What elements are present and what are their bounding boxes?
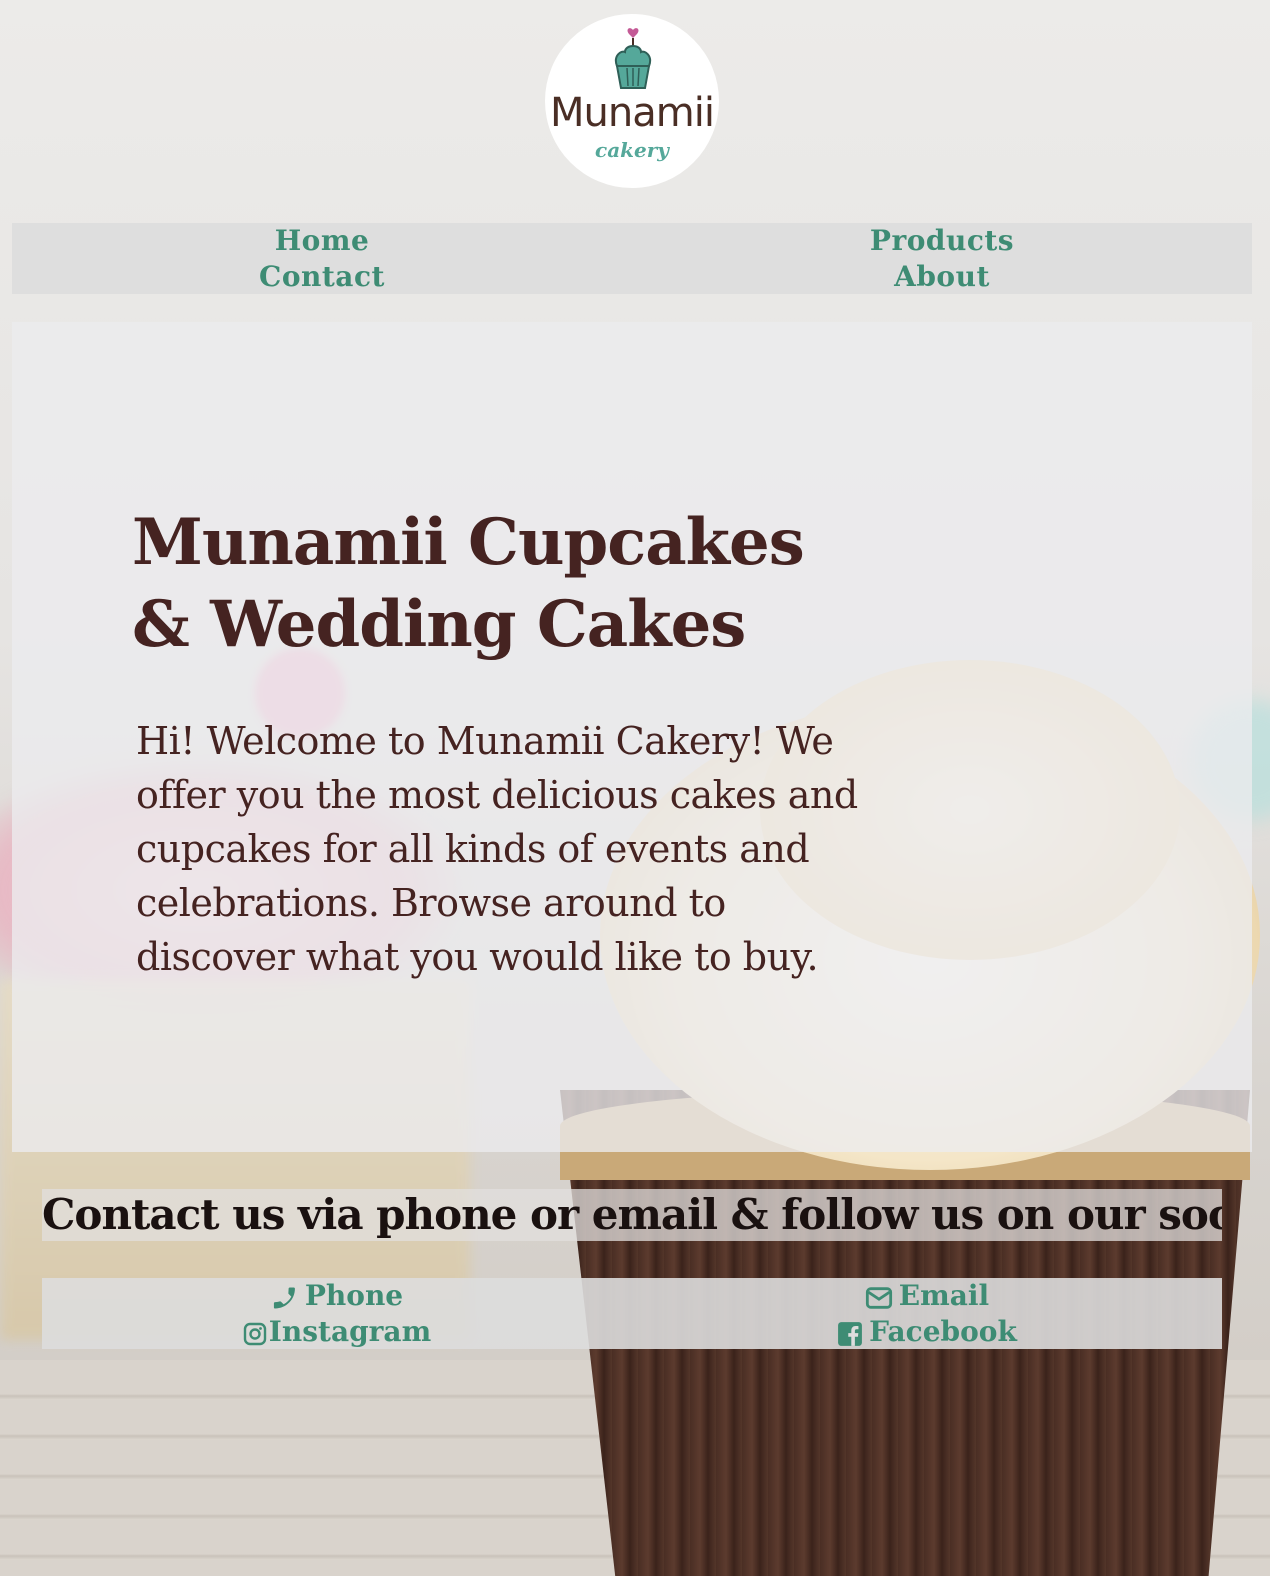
instagram-link[interactable]: Instagram — [42, 1314, 632, 1350]
logo-subtitle: cakery — [595, 138, 669, 162]
email-label: Email — [898, 1279, 990, 1312]
contact-heading: Contact us via phone or email & follow u… — [42, 1189, 1222, 1241]
phone-label: Phone — [304, 1279, 404, 1312]
facebook-label: Facebook — [869, 1315, 1017, 1348]
page-title: Munamii Cupcakes & Wedding Cakes — [132, 505, 805, 662]
instagram-icon — [243, 1322, 266, 1345]
email-link[interactable]: Email — [632, 1278, 1222, 1314]
envelope-icon — [865, 1286, 892, 1309]
cupcake-logo-icon — [615, 28, 651, 89]
site-logo[interactable]: Munamii cakery — [545, 14, 719, 188]
nav-products[interactable]: Products — [632, 223, 1252, 259]
phone-link[interactable]: Phone — [42, 1278, 632, 1314]
logo-name: Munamii — [550, 90, 715, 136]
facebook-link[interactable]: Facebook — [632, 1314, 1222, 1350]
nav-contact[interactable]: Contact — [12, 259, 632, 295]
welcome-text: Hi! Welcome to Munamii Cakery! We offer … — [136, 719, 858, 979]
hero-section: Munamii Cupcakes & Wedding Cakes Hi! Wel… — [12, 322, 1252, 1152]
main-nav: Home Products Contact About — [12, 223, 1252, 294]
phone-icon — [273, 1287, 295, 1308]
contact-links: Phone Email Instagram Facebook — [42, 1278, 1222, 1349]
instagram-label: Instagram — [268, 1315, 432, 1348]
nav-about[interactable]: About — [632, 259, 1252, 295]
facebook-icon — [838, 1321, 863, 1346]
nav-home[interactable]: Home — [12, 223, 632, 259]
